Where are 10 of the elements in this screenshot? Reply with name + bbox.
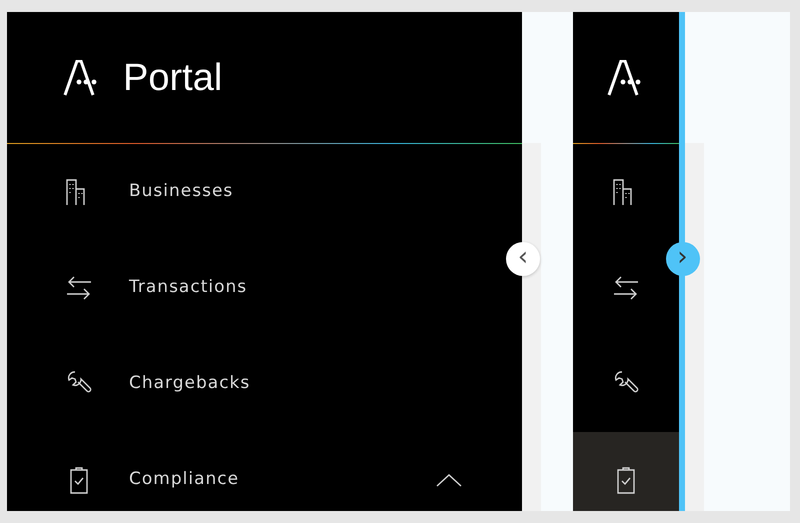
nav-item[interactable]: Compliance	[7, 432, 522, 511]
collapse-button[interactable]: ‹	[506, 242, 540, 276]
nav-label: Transactions	[129, 276, 248, 300]
nav-item[interactable]: Chargebacks	[7, 336, 522, 432]
nav-label: Chargebacks	[129, 372, 250, 396]
expand-button[interactable]: ›	[666, 242, 700, 276]
logo-text: Portal	[123, 58, 222, 96]
nav-label: Compliance	[129, 468, 240, 492]
nav-item[interactable]: Businesses	[7, 144, 522, 240]
nav-label: Businesses	[129, 180, 234, 204]
